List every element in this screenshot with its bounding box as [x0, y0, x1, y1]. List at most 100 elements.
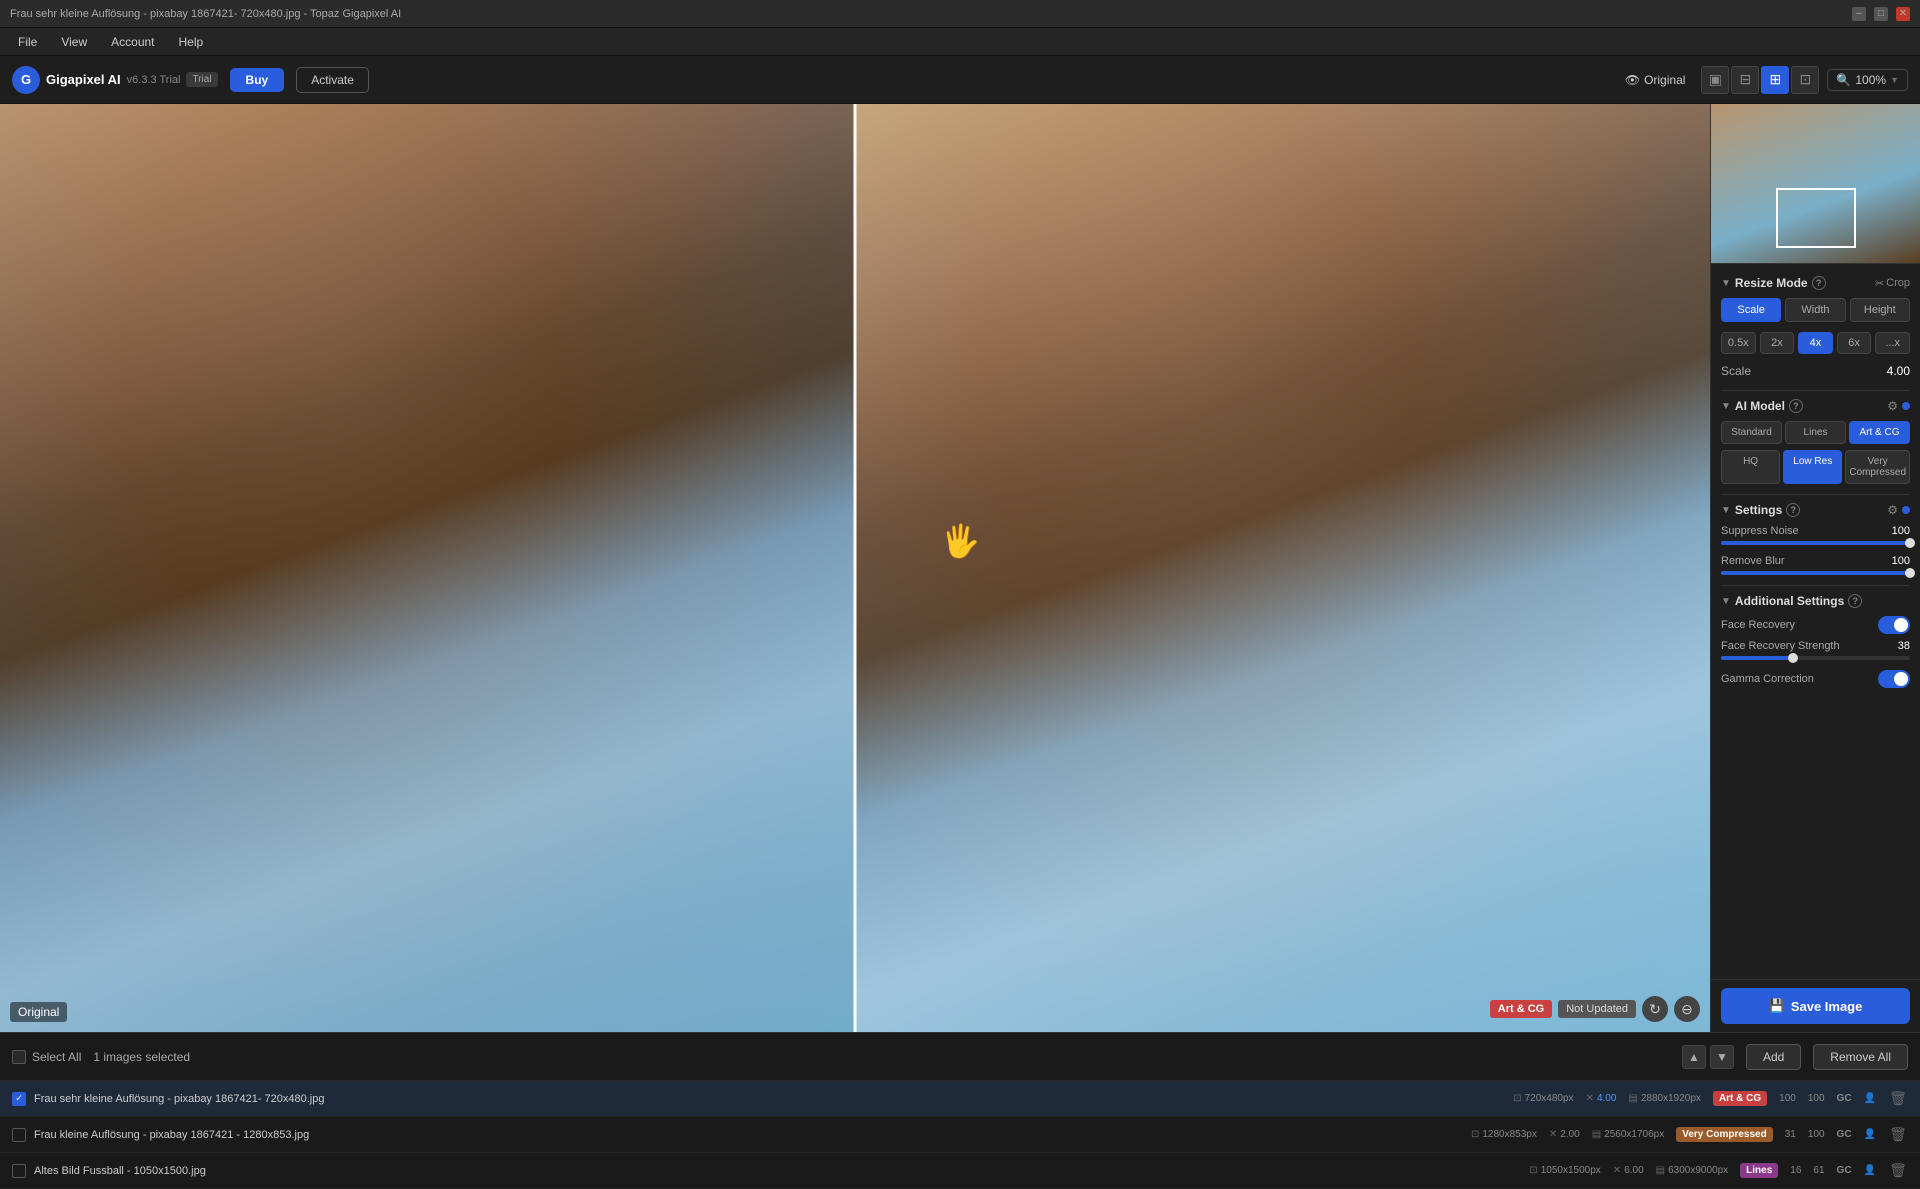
nav-down-button[interactable]: ▼ [1710, 1045, 1734, 1069]
original-view-button[interactable]: 👁 Original [1617, 69, 1694, 91]
face-recovery-toggle[interactable] [1878, 616, 1910, 634]
crop-icon: ✂ [1875, 277, 1884, 290]
model-artcg[interactable]: Art & CG [1849, 421, 1910, 444]
src-size-2: ⊡ 1050x1500px [1529, 1165, 1600, 1176]
zoom-level: 100% [1855, 73, 1886, 87]
menu-view[interactable]: View [51, 33, 97, 51]
height-tab[interactable]: Height [1850, 298, 1910, 322]
file-meta-0: ⊡ 720x480px ✕ 4.00 ▤ 2880x1920px Art & C… [1513, 1089, 1908, 1109]
refresh-icon[interactable]: ↻ [1642, 996, 1668, 1022]
gamma-correction-toggle[interactable] [1878, 670, 1910, 688]
view-controls: 👁 Original ▣ ⊟ ⊞ ⊡ 🔍 100% ▼ [1617, 66, 1908, 94]
file-row-checkbox-0[interactable]: ✓ [12, 1092, 26, 1106]
remove-blur-slider[interactable] [1721, 571, 1910, 575]
scale-icon-1: ✕ [1549, 1129, 1557, 1140]
maximize-button[interactable]: □ [1874, 7, 1888, 21]
scale-field-value[interactable]: 4.00 [1887, 364, 1910, 378]
out-icon-2: ▤ [1656, 1165, 1665, 1176]
dimensions-icon-1: ⊡ [1471, 1129, 1479, 1140]
buy-button[interactable]: Buy [230, 68, 285, 92]
side-by-side-button[interactable]: ⊞ [1761, 66, 1789, 94]
additional-settings-help-icon[interactable]: ? [1848, 594, 1862, 608]
out-size-1: ▤ 2560x1706px [1592, 1129, 1665, 1140]
ai-model-help-icon[interactable]: ? [1789, 399, 1803, 413]
scale-custom[interactable]: ...x [1875, 332, 1910, 354]
ai-model-section-title: ▼ AI Model ? [1721, 399, 1803, 413]
file-row[interactable]: Frau kleine Auflösung - pixabay 1867421 … [0, 1117, 1920, 1153]
file-row[interactable]: ✓ Frau sehr kleine Auflösung - pixabay 1… [0, 1081, 1920, 1117]
select-all-checkbox[interactable] [12, 1050, 26, 1064]
suppress-noise-thumb[interactable] [1905, 538, 1915, 548]
scale-tab[interactable]: Scale [1721, 298, 1781, 322]
delete-button-1[interactable]: 🗑 [1888, 1125, 1908, 1145]
width-tab[interactable]: Width [1785, 298, 1845, 322]
minimize-button[interactable]: – [1852, 7, 1866, 21]
ai-chevron-icon[interactable]: ▼ [1721, 401, 1731, 412]
delete-button-2[interactable]: 🗑 [1888, 1161, 1908, 1181]
right-panel: ▼ Resize Mode ? ✂ Crop Scale Width Heigh… [1710, 104, 1920, 1032]
scale-0.5x[interactable]: 0.5x [1721, 332, 1756, 354]
canvas-area[interactable]: 🖐 Original Art & CG Not Updated ↻ ⊖ [0, 104, 1710, 1032]
file-name-1: Frau kleine Auflösung - pixabay 1867421 … [34, 1129, 1463, 1141]
face-recovery-strength-slider[interactable] [1721, 656, 1910, 660]
view-mode-buttons: ▣ ⊟ ⊞ ⊡ [1701, 66, 1819, 94]
additional-chevron-icon[interactable]: ▼ [1721, 596, 1731, 607]
face-recovery-toggle-thumb [1894, 618, 1908, 632]
resize-chevron-icon[interactable]: ▼ [1721, 278, 1731, 289]
delete-button-0[interactable]: 🗑 [1888, 1089, 1908, 1109]
scale-2x[interactable]: 2x [1760, 332, 1795, 354]
settings-section-title: ▼ Settings ? [1721, 503, 1800, 517]
settings-help-icon[interactable]: ? [1786, 503, 1800, 517]
quality-hq[interactable]: HQ [1721, 450, 1780, 484]
model-lines[interactable]: Lines [1785, 421, 1846, 444]
activate-button[interactable]: Activate [296, 67, 369, 93]
quality-lowres[interactable]: Low Res [1783, 450, 1842, 484]
resize-mode-header: ▼ Resize Mode ? ✂ Crop [1721, 276, 1910, 290]
compare-icon[interactable]: ⊖ [1674, 996, 1700, 1022]
settings-chevron-icon[interactable]: ▼ [1721, 505, 1731, 516]
file-list: ✓ Frau sehr kleine Auflösung - pixabay 1… [0, 1080, 1920, 1189]
src-size-0: ⊡ 720x480px [1513, 1093, 1573, 1104]
model-standard[interactable]: Standard [1721, 421, 1782, 444]
resize-mode-help-icon[interactable]: ? [1812, 276, 1826, 290]
close-button[interactable]: ✕ [1896, 7, 1910, 21]
canvas-badges: Art & CG Not Updated ↻ ⊖ [1490, 996, 1700, 1022]
save-image-button[interactable]: 💾 Save Image [1721, 988, 1910, 1024]
single-view-button[interactable]: ▣ [1701, 66, 1729, 94]
file-row[interactable]: Altes Bild Fussball - 1050x1500.jpg ⊡ 10… [0, 1153, 1920, 1189]
suppress-noise-slider[interactable] [1721, 541, 1910, 545]
select-all-control[interactable]: Select All [12, 1050, 81, 1064]
canvas-divider[interactable] [854, 104, 857, 1032]
add-button[interactable]: Add [1746, 1044, 1801, 1070]
nav-controls: ▲ ▼ [1682, 1045, 1734, 1069]
thumbnail-viewport-box[interactable] [1776, 188, 1856, 248]
quality-verycompressed[interactable]: Very Compressed [1845, 450, 1910, 484]
zoom-control[interactable]: 🔍 100% ▼ [1827, 69, 1908, 91]
grid-view-button[interactable]: ⊡ [1791, 66, 1819, 94]
scale-4x[interactable]: 4x [1798, 332, 1833, 354]
remove-all-button[interactable]: Remove All [1813, 1044, 1908, 1070]
settings-icon[interactable]: ⚙ [1887, 503, 1898, 517]
scale-6x[interactable]: 6x [1837, 332, 1872, 354]
crop-button[interactable]: ✂ Crop [1875, 277, 1910, 290]
additional-settings-label: Additional Settings [1735, 594, 1844, 608]
file-row-checkbox-1[interactable] [12, 1128, 26, 1142]
scale-value-row: Scale 4.00 [1721, 364, 1910, 378]
titlebar: Frau sehr kleine Auflösung - pixabay 186… [0, 0, 1920, 28]
menu-account[interactable]: Account [101, 33, 164, 51]
additional-settings-section-title: ▼ Additional Settings ? [1721, 594, 1862, 608]
ai-model-settings-icon[interactable]: ⚙ [1887, 399, 1898, 413]
resize-mode-label: Resize Mode [1735, 276, 1808, 290]
split-view-button[interactable]: ⊟ [1731, 66, 1759, 94]
settings-panel: ▼ Resize Mode ? ✂ Crop Scale Width Heigh… [1711, 264, 1920, 979]
settings-label: Settings [1735, 503, 1782, 517]
menu-help[interactable]: Help [169, 33, 214, 51]
menu-file[interactable]: File [8, 33, 47, 51]
file-row-checkbox-2[interactable] [12, 1164, 26, 1178]
nav-up-button[interactable]: ▲ [1682, 1045, 1706, 1069]
file-name-0: Frau sehr kleine Auflösung - pixabay 186… [34, 1093, 1505, 1105]
remove-blur-label: Remove Blur [1721, 555, 1785, 567]
face-recovery-strength-thumb[interactable] [1788, 653, 1798, 663]
status-badge: Not Updated [1558, 1000, 1636, 1018]
remove-blur-thumb[interactable] [1905, 568, 1915, 578]
